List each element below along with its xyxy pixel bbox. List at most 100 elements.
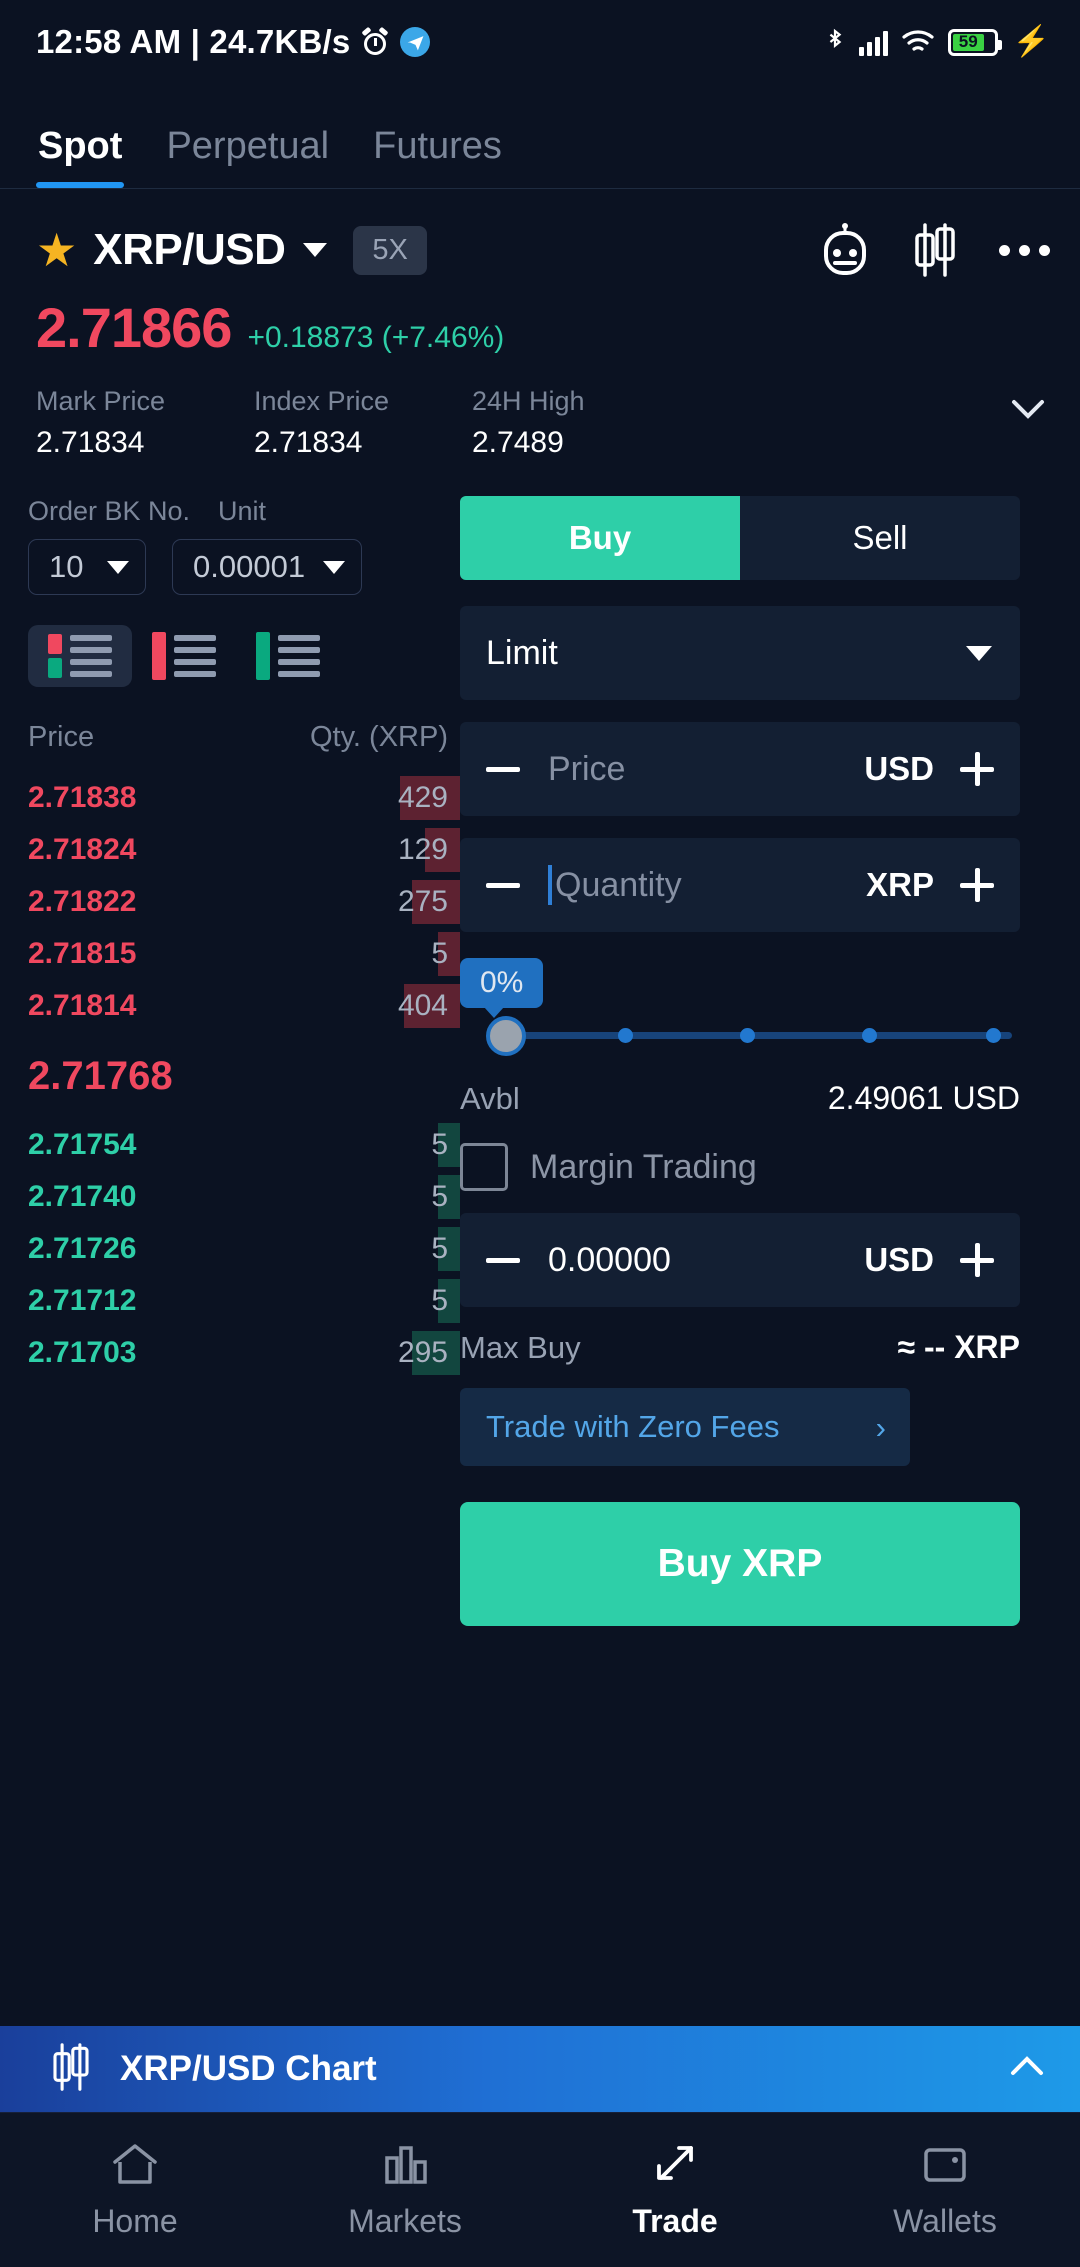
last-price: 2.71866 [36, 296, 232, 359]
amount-slider[interactable]: 0% [460, 958, 1020, 1058]
nav-item-trade[interactable]: Trade [540, 2140, 810, 2240]
table-row[interactable]: 2.71814 404 [28, 980, 460, 1032]
table-row[interactable]: 2.71754 5 [28, 1119, 460, 1171]
market-stats: Mark Price 2.71834 Index Price 2.71834 2… [0, 360, 1080, 460]
chevron-up-icon[interactable] [1004, 2052, 1050, 2087]
more-options-icon[interactable] [999, 244, 1050, 256]
leverage-badge[interactable]: 5X [353, 225, 427, 275]
slider-track[interactable] [494, 1028, 1012, 1043]
nav-item-home[interactable]: Home [0, 2140, 270, 2240]
stat-value: 2.71834 [36, 426, 145, 459]
orderbook-asks: 2.71838 429 2.71824 129 2.71822 275 2.71… [28, 772, 460, 1032]
avbl-label: Avbl [460, 1081, 520, 1116]
star-icon[interactable]: ★ [36, 227, 77, 273]
orderbook-control-labels: Order BK No. Unit [28, 496, 460, 539]
avbl-value: 2.49061 USD [827, 1080, 1020, 1116]
trade-arrows-icon [649, 2140, 701, 2193]
pair-header-actions [819, 223, 1050, 277]
available-balance-row: Avbl 2.49061 USD [460, 1080, 1020, 1117]
depth-view-toggles [28, 625, 460, 687]
home-icon [109, 2140, 161, 2193]
orderbook-bids: 2.71754 5 2.71740 5 2.71726 5 2.71712 5 … [28, 1119, 460, 1379]
bid-qty: 5 [431, 1128, 448, 1161]
tab-spot[interactable]: Spot [16, 125, 144, 188]
ask-qty: 5 [431, 937, 448, 970]
nav-item-wallets[interactable]: Wallets [810, 2140, 1080, 2240]
table-row[interactable]: 2.71726 5 [28, 1223, 460, 1275]
table-row[interactable]: 2.71815 5 [28, 928, 460, 980]
alarm-clock-icon [361, 26, 390, 55]
margin-trading-toggle[interactable]: Margin Trading [460, 1143, 1020, 1191]
bid-price: 2.71754 [28, 1128, 137, 1161]
depth-view-asks-icon[interactable] [132, 625, 236, 687]
chart-banner[interactable]: XRP/USD Chart [0, 2026, 1080, 2112]
slider-thumb[interactable] [486, 1016, 526, 1056]
price-block: 2.71866 +0.18873 (+7.46%) [0, 277, 1080, 360]
order-bk-no-value: 10 [49, 549, 84, 584]
stats-expand-button[interactable] [1006, 386, 1050, 424]
slider-tick[interactable] [618, 1028, 634, 1043]
tab-futures[interactable]: Futures [351, 125, 524, 188]
margin-checkbox[interactable] [460, 1143, 508, 1191]
buy-tab[interactable]: Buy [460, 496, 740, 580]
plus-icon[interactable] [960, 752, 994, 786]
trading-bot-icon[interactable] [819, 223, 871, 277]
unit-select[interactable]: 0.00001 [172, 539, 362, 595]
depth-view-bids-icon[interactable] [236, 625, 340, 687]
minus-icon[interactable] [486, 882, 520, 888]
total-stepper[interactable]: 0.00000 USD [460, 1213, 1020, 1307]
table-row[interactable]: 2.71824 129 [28, 824, 460, 876]
order-type-value: Limit [486, 633, 558, 672]
table-row[interactable]: 2.71712 5 [28, 1275, 460, 1327]
table-row[interactable]: 2.71838 429 [28, 772, 460, 824]
nav-label: Home [92, 2203, 178, 2239]
price-input[interactable]: Price [520, 750, 864, 789]
unit-label: Unit [218, 496, 267, 526]
depth-view-both-icon[interactable] [28, 625, 132, 687]
slider-tick[interactable] [986, 1028, 1002, 1043]
bar-chart-icon [379, 2140, 431, 2193]
stat-index-price: Index Price 2.71834 [254, 386, 472, 460]
max-buy-value: ≈ -- XRP [897, 1329, 1020, 1365]
candlestick-chart-icon [48, 2042, 94, 2096]
price-stepper[interactable]: Price USD [460, 722, 1020, 816]
bid-qty: 5 [431, 1284, 448, 1317]
zero-fees-banner[interactable]: Trade with Zero Fees › [460, 1388, 910, 1466]
sell-tab[interactable]: Sell [740, 496, 1020, 580]
bid-price: 2.71712 [28, 1284, 137, 1317]
price-unit: USD [864, 750, 934, 787]
table-row[interactable]: 2.71822 275 [28, 876, 460, 928]
plus-icon[interactable] [960, 868, 994, 902]
bid-price: 2.71740 [28, 1180, 137, 1213]
candlestick-chart-icon[interactable] [911, 223, 959, 277]
wifi-icon [901, 28, 935, 56]
table-row[interactable]: 2.71740 5 [28, 1171, 460, 1223]
table-row[interactable]: 2.71703 295 [28, 1327, 460, 1379]
slider-tick[interactable] [861, 1028, 877, 1043]
total-input[interactable]: 0.00000 [520, 1241, 864, 1280]
quantity-input[interactable]: Quantity [520, 865, 866, 905]
plus-icon[interactable] [960, 1243, 994, 1277]
nav-label: Markets [348, 2203, 462, 2239]
total-unit: USD [864, 1241, 934, 1278]
nav-label: Trade [632, 2203, 718, 2239]
cellular-signal-icon [858, 28, 888, 56]
order-bk-no-select[interactable]: 10 [28, 539, 146, 595]
nav-item-markets[interactable]: Markets [270, 2140, 540, 2240]
buy-sell-toggle: Buy Sell [460, 496, 1020, 580]
minus-icon[interactable] [486, 1257, 520, 1263]
bid-price: 2.71703 [28, 1336, 137, 1369]
chevron-down-icon[interactable] [303, 243, 328, 257]
minus-icon[interactable] [486, 766, 520, 772]
ask-price: 2.71838 [28, 781, 137, 814]
ask-price: 2.71824 [28, 833, 137, 866]
tab-perpetual[interactable]: Perpetual [144, 125, 351, 188]
slider-tick[interactable] [740, 1028, 756, 1043]
order-type-select[interactable]: Limit [460, 606, 1020, 700]
submit-buy-button[interactable]: Buy XRP [460, 1502, 1020, 1626]
orderbook-mid-price: 2.71768 [28, 1054, 173, 1098]
charging-bolt-icon: ⚡ [1012, 25, 1050, 58]
page-title: XRP/USD [93, 225, 286, 274]
quantity-stepper[interactable]: Quantity XRP [460, 838, 1020, 932]
pair-selector[interactable]: ★ XRP/USD 5X [36, 225, 427, 275]
